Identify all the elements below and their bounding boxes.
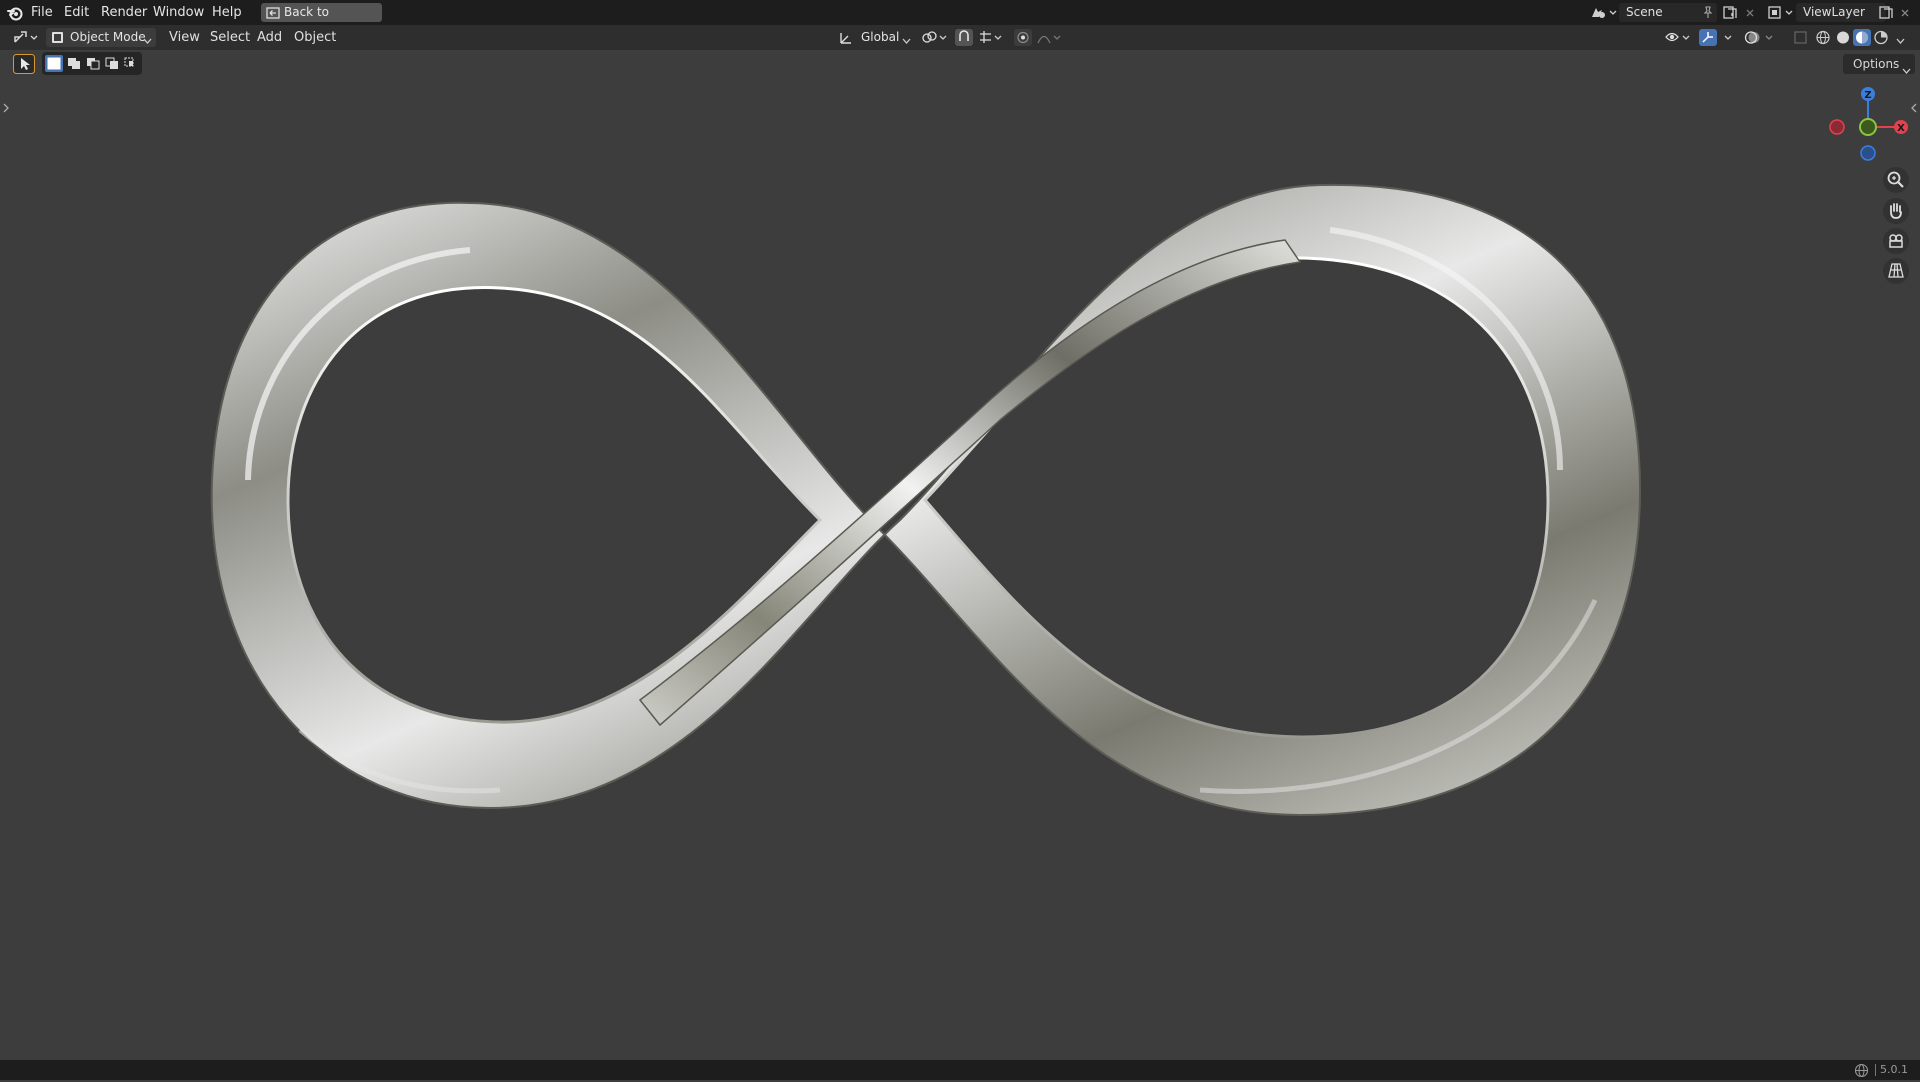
select-extend-icon[interactable]: [65, 55, 83, 76]
solid-shading-icon[interactable]: [1834, 29, 1852, 50]
hand-icon: [1890, 203, 1902, 219]
perspective-toggle-button[interactable]: [1883, 258, 1909, 284]
material-preview-shading-icon[interactable]: [1853, 29, 1871, 50]
select-intersect-icon[interactable]: [122, 55, 140, 76]
select-tool-icon[interactable]: [13, 54, 35, 78]
pin-icon[interactable]: [1701, 5, 1715, 23]
menu-window[interactable]: Window: [153, 0, 204, 25]
transform-orientation-dropdown[interactable]: Global: [835, 28, 913, 47]
back-icon: [266, 7, 280, 19]
wireframe-shading-icon[interactable]: [1814, 29, 1832, 50]
menu-add[interactable]: Add: [257, 25, 282, 50]
snap-target-icon[interactable]: [977, 30, 1005, 49]
zoom-icon: [1887, 171, 1904, 188]
pan-button[interactable]: [1883, 198, 1909, 224]
scene-name: Scene: [1626, 5, 1663, 19]
menu-edit[interactable]: Edit: [64, 0, 89, 25]
back-to-previous-button[interactable]: Back to Previous: [261, 3, 382, 38]
grid-perspective-icon: [1888, 263, 1904, 278]
menu-file[interactable]: File: [31, 0, 53, 25]
shading-options-chevron-icon[interactable]: [1896, 34, 1905, 49]
new-scene-icon[interactable]: [1722, 5, 1738, 24]
options-dropdown[interactable]: Options: [1843, 54, 1915, 74]
options-label: Options: [1853, 57, 1900, 71]
proportional-edit-icon[interactable]: [1014, 29, 1032, 50]
blender-logo-icon[interactable]: [6, 4, 24, 22]
menu-select[interactable]: Select: [210, 25, 250, 50]
falloff-icon[interactable]: [1036, 30, 1064, 49]
zoom-button[interactable]: [1883, 167, 1909, 193]
globe-icon: [1854, 1063, 1869, 1082]
visibility-icon[interactable]: [1664, 29, 1694, 50]
top-bar: File Edit Render Window Help Back to Pre…: [0, 0, 1920, 38]
z-axis-label: Z: [1864, 90, 1871, 101]
scene-browse-icon[interactable]: [1589, 4, 1619, 21]
chevron-down-icon: [143, 34, 152, 49]
menu-object[interactable]: Object: [294, 25, 336, 50]
select-new-icon[interactable]: [45, 55, 63, 76]
pivot-point-icon[interactable]: [921, 30, 949, 49]
view-layer-field[interactable]: ViewLayer: [1796, 3, 1886, 22]
toolbar-expand-icon[interactable]: [2, 102, 10, 118]
camera-view-button[interactable]: [1883, 228, 1909, 254]
rendered-shading-icon[interactable]: [1872, 29, 1890, 50]
overlays-icon[interactable]: [1744, 29, 1778, 50]
delete-scene-icon[interactable]: [1745, 7, 1755, 22]
scene-name-field[interactable]: Scene: [1619, 3, 1717, 22]
infinity-object[interactable]: [0, 50, 1920, 1060]
xray-icon[interactable]: [1792, 29, 1810, 50]
view-layer-browse-icon[interactable]: [1766, 4, 1796, 21]
gizmo-toggle-icon[interactable]: [1699, 29, 1737, 50]
camera-icon: [1889, 234, 1903, 248]
neg-x-axis-dot[interactable]: [1829, 119, 1845, 135]
chevron-down-icon: [902, 34, 911, 49]
orientation-icon: [839, 31, 853, 49]
chevron-down-icon: [1902, 61, 1911, 81]
3d-viewport[interactable]: Options Z X: [0, 50, 1920, 1060]
selection-mode-group: [42, 52, 142, 75]
editor-type-icon[interactable]: [12, 29, 40, 50]
status-bar: 5.0.1: [0, 1060, 1920, 1080]
view-layer-name: ViewLayer: [1803, 5, 1865, 19]
navigation-gizmo[interactable]: Z X: [1823, 84, 1913, 174]
object-mode-icon: [51, 31, 64, 48]
menu-help[interactable]: Help: [212, 0, 242, 25]
object-mode-label: Object Mode: [70, 30, 146, 44]
viewport-header: Object Mode View Select Add Object Globa…: [0, 25, 1920, 50]
version-label: 5.0.1: [1880, 1063, 1908, 1076]
new-view-layer-icon[interactable]: [1878, 5, 1894, 24]
y-axis-dot[interactable]: [1859, 118, 1877, 136]
neg-z-axis-dot[interactable]: [1860, 145, 1876, 161]
object-mode-dropdown[interactable]: Object Mode: [46, 28, 156, 47]
delete-view-layer-icon[interactable]: [1900, 7, 1910, 22]
select-invert-icon[interactable]: [103, 55, 121, 76]
orientation-label: Global: [861, 30, 900, 44]
status-divider: [1875, 1064, 1876, 1076]
select-subtract-icon[interactable]: [84, 55, 102, 76]
menu-view[interactable]: View: [169, 25, 200, 50]
menu-render[interactable]: Render: [101, 0, 147, 25]
snap-toggle-icon[interactable]: [955, 29, 973, 50]
x-axis-label: X: [1897, 123, 1905, 134]
